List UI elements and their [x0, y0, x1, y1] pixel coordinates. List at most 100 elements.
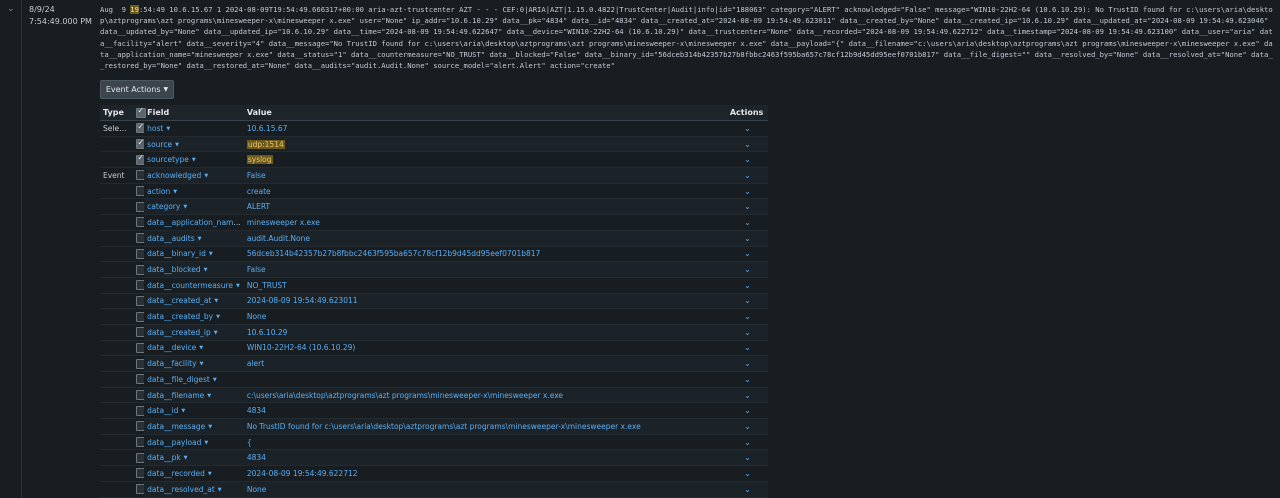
row-actions[interactable]: ⌄ — [726, 387, 768, 404]
checkbox-icon[interactable] — [135, 217, 145, 228]
event-actions-button[interactable]: Event Actions ▼ — [100, 80, 174, 99]
caret-down-icon[interactable]: ▼ — [216, 314, 220, 320]
caret-down-icon[interactable]: ▼ — [218, 487, 222, 493]
row-actions[interactable]: ⌄ — [726, 167, 768, 184]
checkbox-icon[interactable] — [135, 405, 145, 416]
row-value[interactable]: 2024-08-09 19:54:49.622712 — [243, 465, 727, 482]
field-value-link[interactable]: 10.6.15.67 — [247, 124, 288, 133]
field-value-link[interactable]: 56dceb314b42357b27b8fbbc2463f595ba657c78… — [247, 249, 540, 258]
checkbox-icon[interactable] — [135, 170, 145, 181]
row-checkbox[interactable] — [132, 136, 145, 153]
row-checkbox[interactable] — [132, 434, 145, 451]
row-actions[interactable]: ⌄ — [726, 246, 768, 263]
field-value-link[interactable]: minesweeper x.exe — [247, 218, 320, 227]
chevron-down-icon[interactable]: ⌄ — [730, 218, 765, 227]
checkbox-icon[interactable] — [135, 327, 145, 338]
checkbox-icon[interactable] — [135, 122, 145, 134]
row-actions[interactable]: ⌄ — [726, 183, 768, 200]
row-value[interactable]: 10.6.10.29 — [243, 324, 727, 341]
field-name-link[interactable]: data__binary_id — [147, 249, 206, 258]
caret-down-icon[interactable]: ▼ — [209, 251, 213, 257]
row-checkbox[interactable] — [132, 308, 145, 325]
caret-down-icon[interactable]: ▼ — [207, 393, 211, 399]
checkbox-icon[interactable] — [135, 358, 145, 369]
row-actions[interactable]: ⌄ — [726, 340, 768, 357]
row-checkbox[interactable] — [132, 402, 145, 420]
row-checkbox[interactable] — [132, 198, 145, 216]
row-value[interactable]: ALERT — [243, 198, 727, 216]
row-field[interactable]: data__pk ▼ — [144, 449, 244, 467]
row-field[interactable]: data__recorded ▼ — [144, 465, 244, 482]
row-checkbox[interactable] — [132, 261, 145, 278]
caret-down-icon[interactable]: ▼ — [183, 204, 187, 210]
caret-down-icon[interactable]: ▼ — [184, 455, 188, 461]
field-value-link[interactable]: udp:1514 — [246, 139, 285, 149]
row-actions[interactable]: ⌄ — [726, 465, 768, 482]
chevron-down-icon[interactable]: ⌄ — [730, 312, 765, 321]
chevron-down-icon[interactable]: ⌄ — [730, 249, 765, 258]
field-name-link[interactable]: action — [147, 187, 170, 196]
chevron-down-icon[interactable]: ⌄ — [730, 328, 765, 337]
caret-down-icon[interactable]: ▼ — [192, 157, 196, 163]
row-checkbox[interactable] — [132, 387, 145, 404]
field-value-link[interactable]: WIN10-22H2-64 (10.6.10.29) — [247, 343, 355, 352]
checkbox-icon[interactable] — [135, 106, 146, 118]
chevron-down-icon[interactable]: ⌄ — [730, 406, 765, 415]
row-field[interactable]: category ▼ — [144, 198, 244, 216]
field-value-link[interactable]: NO_TRUST — [247, 281, 287, 290]
row-field[interactable]: data__resolved_at ▼ — [144, 481, 244, 498]
field-value-link[interactable]: ALERT — [247, 202, 270, 211]
field-name-link[interactable]: data__countermeasure — [147, 281, 233, 290]
row-value[interactable]: No TrustID found for c:\users\aria\deskt… — [243, 418, 727, 435]
field-name-link[interactable]: host — [147, 124, 163, 133]
field-value-link[interactable]: alert — [247, 359, 264, 368]
field-value-link[interactable]: 10.6.10.29 — [247, 328, 288, 337]
row-checkbox[interactable] — [132, 167, 145, 184]
row-value[interactable]: udp:1514 — [243, 136, 727, 153]
field-name-link[interactable]: data__resolved_at — [147, 485, 215, 494]
row-actions[interactable]: ⌄ — [726, 261, 768, 278]
chevron-down-icon[interactable]: ⌄ — [730, 343, 765, 352]
field-name-link[interactable]: category — [147, 202, 180, 211]
caret-down-icon[interactable]: ▼ — [181, 408, 185, 414]
field-value-link[interactable]: 4834 — [247, 453, 266, 462]
row-field[interactable]: host ▼ — [144, 120, 244, 137]
chevron-down-icon[interactable]: ⌄ — [730, 438, 765, 447]
chevron-down-icon[interactable]: ⌄ — [730, 155, 765, 164]
row-field[interactable]: data__audits ▼ — [144, 230, 244, 247]
chevron-down-icon[interactable]: ⌄ — [730, 422, 765, 431]
caret-down-icon[interactable]: ▼ — [175, 142, 179, 148]
caret-down-icon[interactable]: ▼ — [199, 345, 203, 351]
chevron-down-icon[interactable]: ⌄ — [730, 124, 765, 133]
row-checkbox[interactable] — [132, 340, 145, 357]
field-value-link[interactable]: No TrustID found for c:\users\aria\deskt… — [247, 422, 641, 431]
field-value-link[interactable]: 2024-08-09 19:54:49.623011 — [247, 296, 358, 305]
field-value-link[interactable]: c:\users\aria\desktop\aztprograms\azt pr… — [247, 391, 563, 400]
field-value-link[interactable]: syslog — [246, 155, 273, 165]
field-name-link[interactable]: data__filename — [147, 391, 204, 400]
field-name-link[interactable]: data__payload — [147, 438, 201, 447]
row-actions[interactable]: ⌄ — [726, 214, 768, 231]
checkbox-icon[interactable] — [135, 153, 145, 165]
row-checkbox[interactable] — [132, 465, 145, 482]
field-name-link[interactable]: data__application_name — [147, 218, 241, 227]
checkbox-icon[interactable] — [135, 311, 145, 322]
field-name-link[interactable]: data__created_at — [147, 296, 211, 305]
chevron-down-icon[interactable]: ⌄ — [730, 202, 765, 211]
row-value[interactable]: c:\users\aria\desktop\aztprograms\azt pr… — [243, 387, 727, 404]
row-actions[interactable]: ⌄ — [726, 293, 768, 310]
row-value[interactable]: { — [243, 434, 727, 451]
row-actions[interactable]: ⌄ — [726, 151, 768, 169]
field-value-link[interactable]: { — [247, 438, 252, 447]
row-checkbox[interactable] — [132, 183, 145, 200]
caret-down-icon[interactable]: ▼ — [236, 283, 240, 289]
row-actions[interactable]: ⌄ — [726, 198, 768, 216]
chevron-down-icon[interactable]: ⌄ — [730, 140, 765, 149]
caret-down-icon[interactable]: ▼ — [208, 424, 212, 430]
row-field[interactable]: data__payload ▼ — [144, 434, 244, 451]
checkbox-icon[interactable] — [135, 390, 145, 401]
checkbox-icon[interactable] — [135, 437, 145, 448]
checkbox-icon[interactable] — [135, 484, 145, 495]
field-name-link[interactable]: sourcetype — [147, 155, 189, 164]
row-actions[interactable]: ⌄ — [726, 418, 768, 435]
